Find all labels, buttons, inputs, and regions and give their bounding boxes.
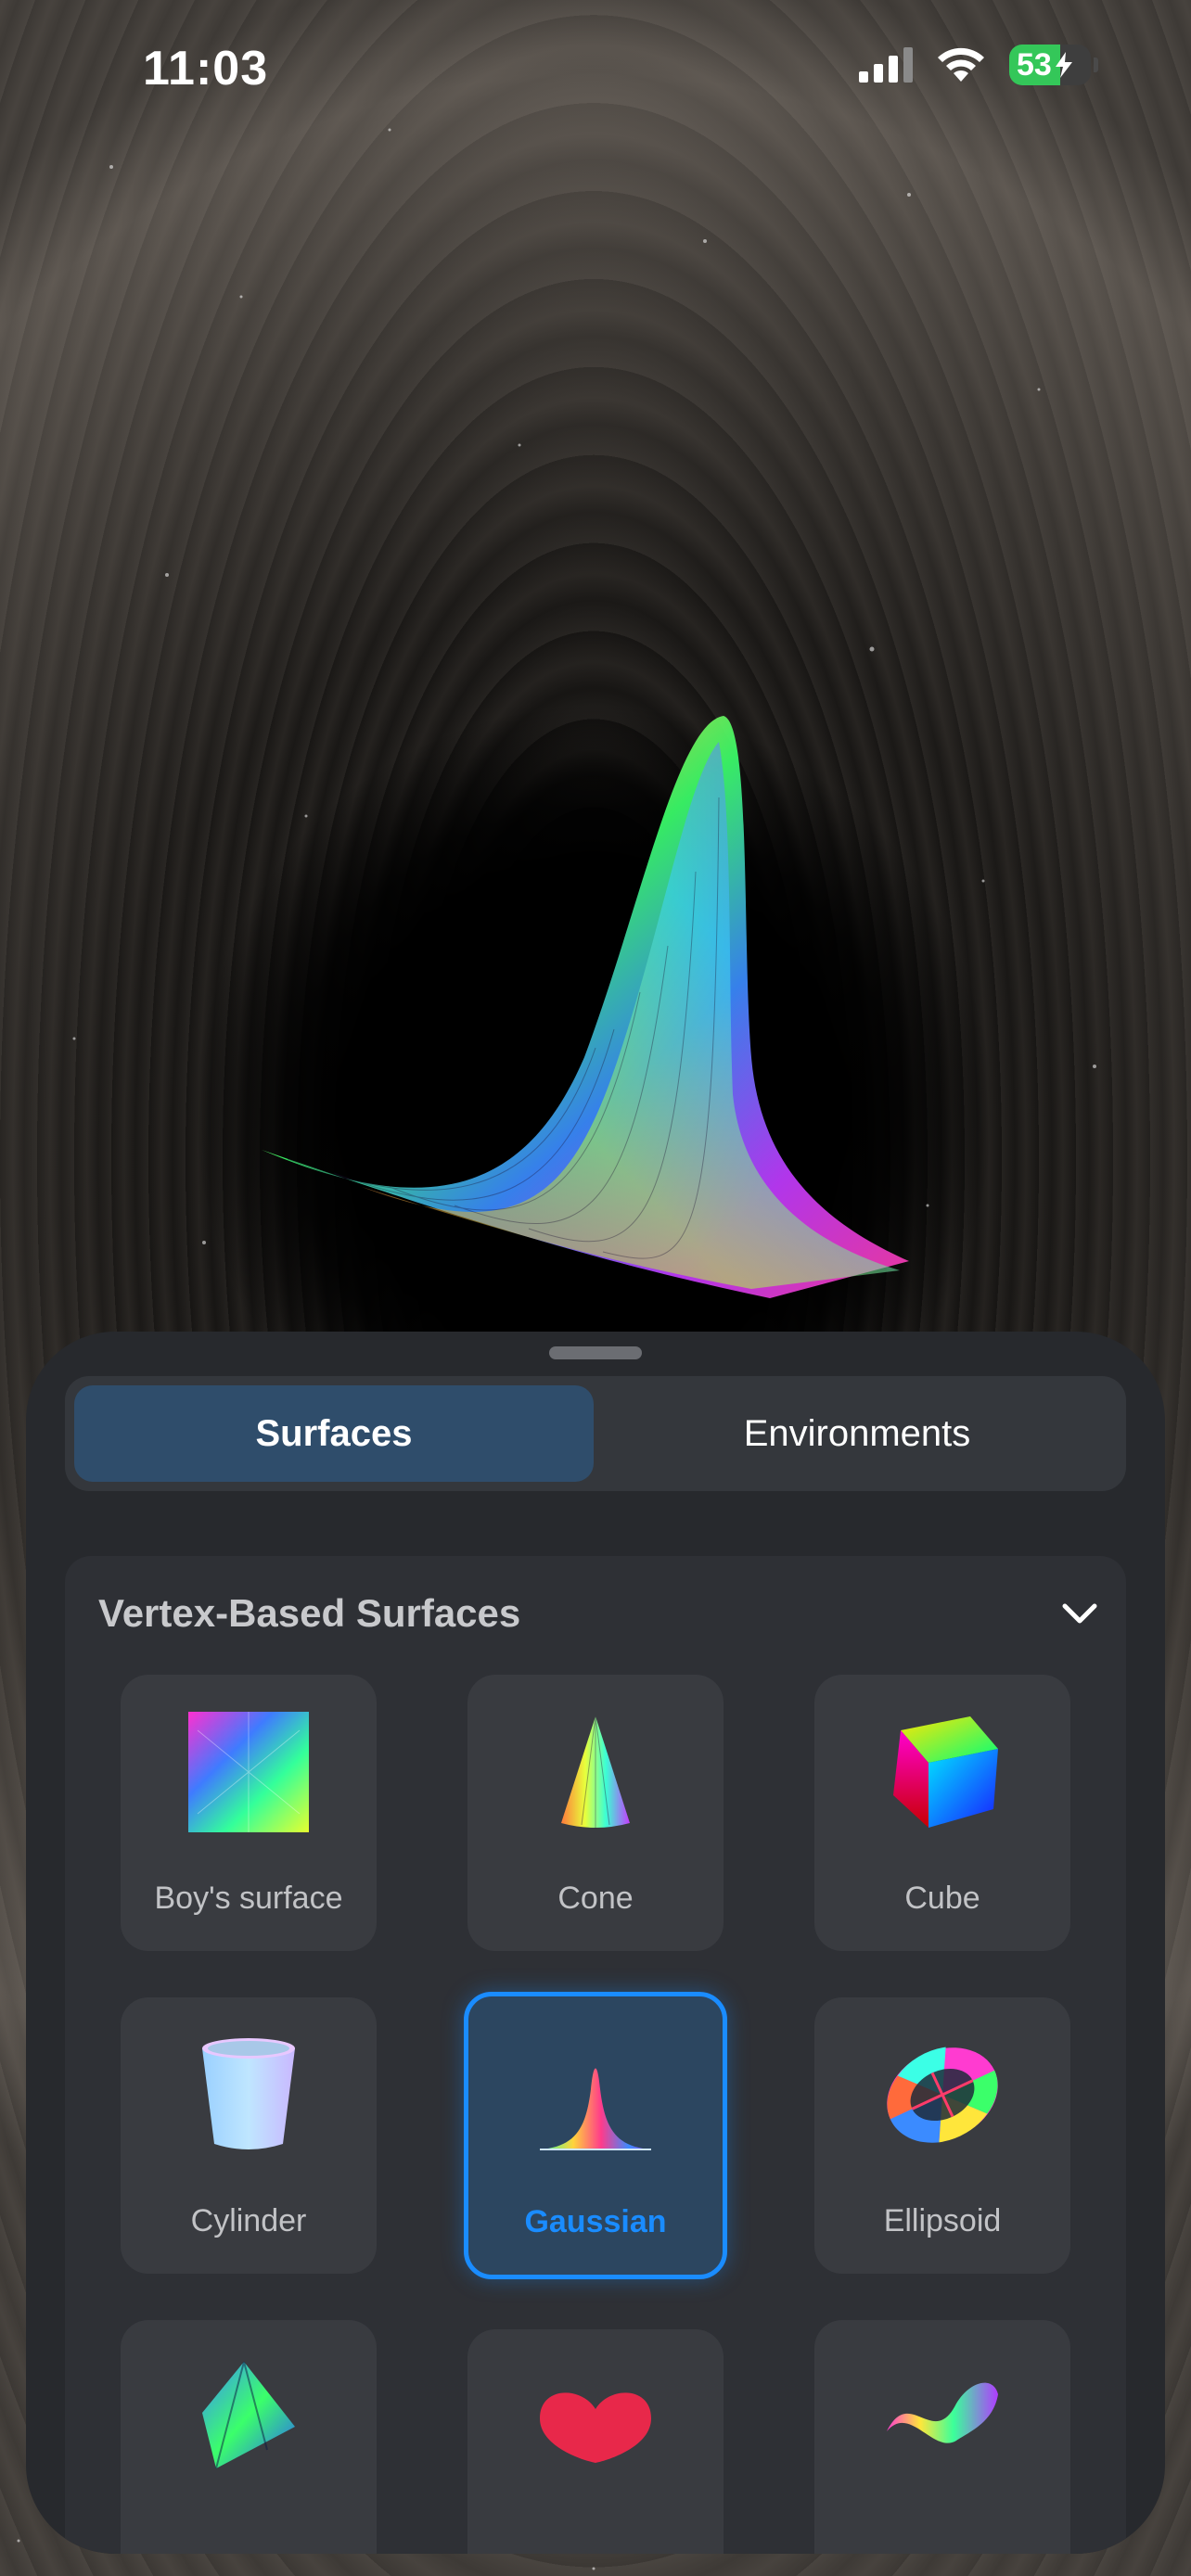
saddle-surface-thumbnail-icon [887, 2382, 998, 2443]
surface-tile-gaussian[interactable]: Gaussian [464, 1992, 727, 2279]
cone-thumbnail-icon [561, 1715, 630, 1829]
wifi-icon [938, 47, 984, 82]
sheet-grabber[interactable] [549, 1346, 642, 1359]
status-time: 11:03 [143, 42, 269, 96]
surface-tile-cone[interactable]: Cone [467, 1675, 724, 1951]
wedge-surface-thumbnail-icon [202, 2361, 295, 2469]
tab-surfaces[interactable]: Surfaces [74, 1385, 594, 1482]
tile-label: Cube [904, 1881, 980, 1916]
ellipsoid-thumbnail-icon [887, 2047, 998, 2143]
segmented-control: Surfaces Environments [65, 1376, 1126, 1491]
vertex-surfaces-section: Vertex-Based Surfaces Boy's surface Cone… [65, 1556, 1126, 2554]
charging-bolt-icon [1055, 52, 1072, 78]
tile-label: Ellipsoid [883, 2203, 1002, 2238]
surface-tile[interactable] [814, 2320, 1070, 2554]
surface-tile[interactable] [467, 2329, 724, 2554]
tile-label: Cone [557, 1881, 634, 1916]
surface-picker-sheet: Surfaces Environments Vertex-Based Surfa… [26, 1332, 1165, 2554]
cube-thumbnail-icon [893, 1716, 998, 1828]
tile-label: Cylinder [190, 2203, 307, 2238]
chevron-down-icon[interactable] [1061, 1602, 1098, 1626]
status-icons: 53 [859, 45, 1098, 85]
section-title: Vertex-Based Surfaces [98, 1591, 521, 1635]
tile-label: Boy's surface [154, 1881, 343, 1916]
gaussian-surface-render [262, 716, 909, 1298]
gaussian-thumbnail-icon [540, 2068, 651, 2150]
tab-environments[interactable]: Environments [597, 1385, 1117, 1482]
cellular-signal-icon [859, 47, 913, 83]
surface-tile-cube[interactable]: Cube [814, 1675, 1070, 1951]
surface-tile-boys-surface[interactable]: Boy's surface [121, 1675, 377, 1951]
surface-tile-cylinder[interactable]: Cylinder [121, 1997, 377, 2274]
heart-surface-thumbnail-icon [540, 2392, 651, 2463]
surface-tile[interactable] [121, 2320, 377, 2554]
battery-level: 53 [1017, 46, 1052, 83]
boys-surface-thumbnail-icon [188, 1712, 309, 1832]
battery-indicator: 53 [1009, 45, 1091, 85]
surface-tile-ellipsoid[interactable]: Ellipsoid [814, 1997, 1070, 2274]
cylinder-thumbnail-icon [202, 2038, 295, 2149]
tile-label: Gaussian [524, 2204, 667, 2239]
